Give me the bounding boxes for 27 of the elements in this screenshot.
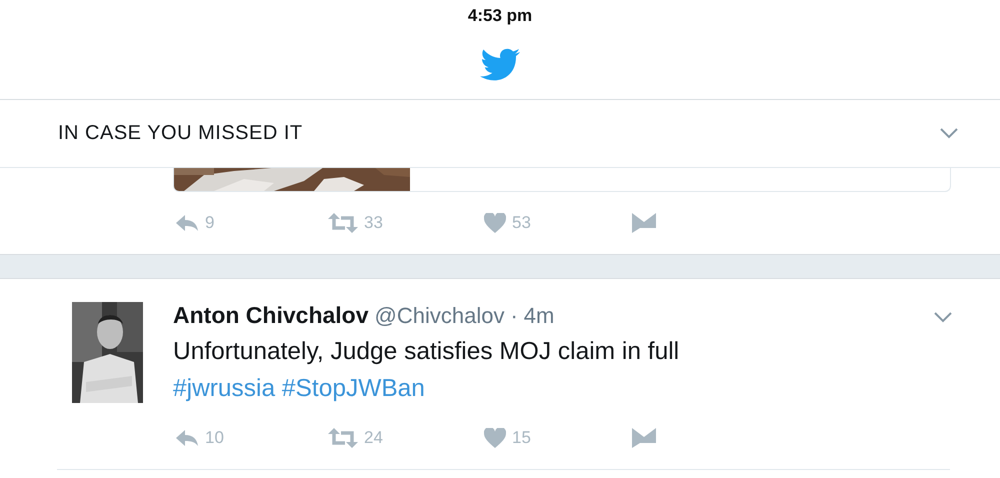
- envelope-icon[interactable]: [632, 213, 656, 233]
- reply-icon[interactable]: [175, 214, 199, 232]
- retweet-icon[interactable]: [328, 213, 358, 233]
- action-count: 53: [512, 213, 531, 233]
- action-count: 9: [205, 213, 214, 233]
- action-count: 33: [364, 213, 383, 233]
- author-handle: @Chivchalov: [374, 303, 504, 329]
- action-count: 15: [512, 428, 531, 448]
- chevron-down-icon[interactable]: [934, 312, 952, 323]
- envelope-icon[interactable]: [632, 428, 656, 448]
- tweet-time: 4m: [524, 303, 554, 329]
- author-name[interactable]: Anton Chivchalov: [173, 302, 369, 329]
- reply-icon[interactable]: [175, 429, 199, 447]
- action-count: 24: [364, 428, 383, 448]
- dot-separator: ·: [510, 303, 518, 329]
- action-count: 10: [205, 428, 224, 448]
- bird-logo-icon[interactable]: [480, 48, 520, 81]
- chevron-down-icon[interactable]: [940, 128, 958, 139]
- section-title: IN CASE YOU MISSED IT: [58, 122, 303, 145]
- tweet-text: Unfortunately, Judge satisfies MOJ claim in full #jwrussia #StopJWBan: [173, 337, 680, 404]
- status-time: 4:53 pm: [468, 6, 532, 26]
- heart-icon[interactable]: [484, 428, 506, 448]
- hashtag-link[interactable]: #jwrussia: [173, 375, 276, 402]
- heart-icon[interactable]: [484, 213, 506, 233]
- hashtag-link[interactable]: #StopJWBan: [275, 375, 425, 402]
- link-card[interactable]: [173, 167, 951, 192]
- retweet-icon[interactable]: [328, 428, 358, 448]
